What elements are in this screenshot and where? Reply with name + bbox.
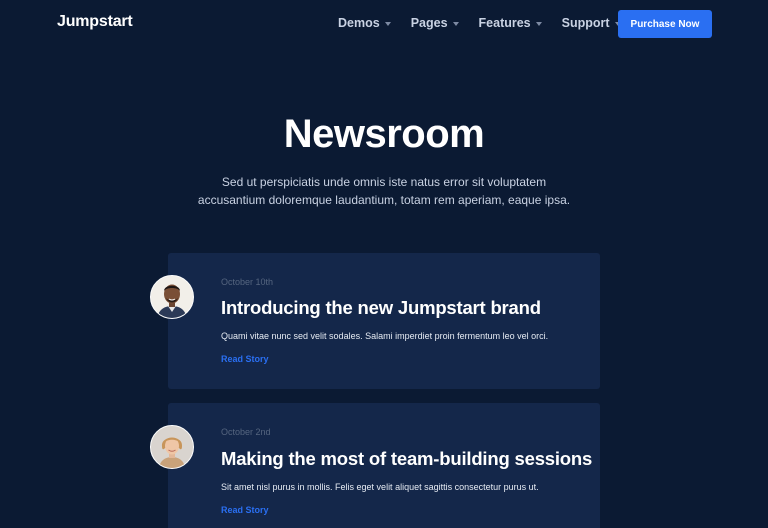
caret-down-icon — [384, 21, 391, 26]
author-avatar — [150, 425, 194, 469]
woman-portrait-icon — [151, 426, 193, 468]
story-title[interactable]: Introducing the new Jumpstart brand — [221, 297, 541, 319]
nav-item-label: Pages — [410, 16, 448, 30]
main-nav: Demos Pages Features Support — [338, 16, 641, 30]
nav-item-pages[interactable]: Pages — [411, 16, 459, 30]
man-portrait-icon — [151, 276, 193, 318]
nav-item-demos[interactable]: Demos — [338, 16, 391, 30]
brand-logo[interactable]: Jumpstart — [57, 13, 133, 31]
story-date: October 10th — [221, 277, 274, 287]
nav-item-label: Demos — [338, 16, 380, 30]
hero-subtitle-line: Sed ut perspiciatis unde omnis iste natu… — [221, 175, 547, 189]
story-date: October 2nd — [221, 427, 271, 437]
story-card: October 10th Introducing the new Jumpsta… — [168, 253, 600, 389]
story-excerpt: Sit amet nisl purus in mollis. Felis ege… — [221, 482, 539, 492]
nav-item-label: Features — [478, 16, 531, 30]
nav-item-features[interactable]: Features — [479, 16, 542, 30]
nav-item-support[interactable]: Support — [562, 16, 621, 30]
purchase-now-button[interactable]: Purchase Now — [618, 10, 712, 38]
story-excerpt: Quami vitae nunc sed velit sodales. Sala… — [221, 331, 549, 341]
caret-down-icon — [452, 21, 459, 26]
caret-down-icon — [535, 21, 542, 26]
page: Jumpstart Demos Pages Features Support P… — [0, 0, 768, 528]
read-story-link[interactable]: Read Story — [221, 505, 269, 515]
read-story-link[interactable]: Read Story — [221, 354, 269, 364]
story-card: October 2nd Making the most of team-buil… — [168, 403, 600, 528]
author-avatar — [150, 275, 194, 319]
nav-item-label: Support — [561, 16, 610, 30]
story-title[interactable]: Making the most of team-building session… — [221, 448, 592, 470]
hero-subtitle-line: accusantium doloremque laudantium, totam… — [197, 193, 571, 207]
page-title: Newsroom — [283, 112, 485, 156]
hero-subtitle: Sed ut perspiciatis unde omnis iste natu… — [170, 173, 598, 209]
